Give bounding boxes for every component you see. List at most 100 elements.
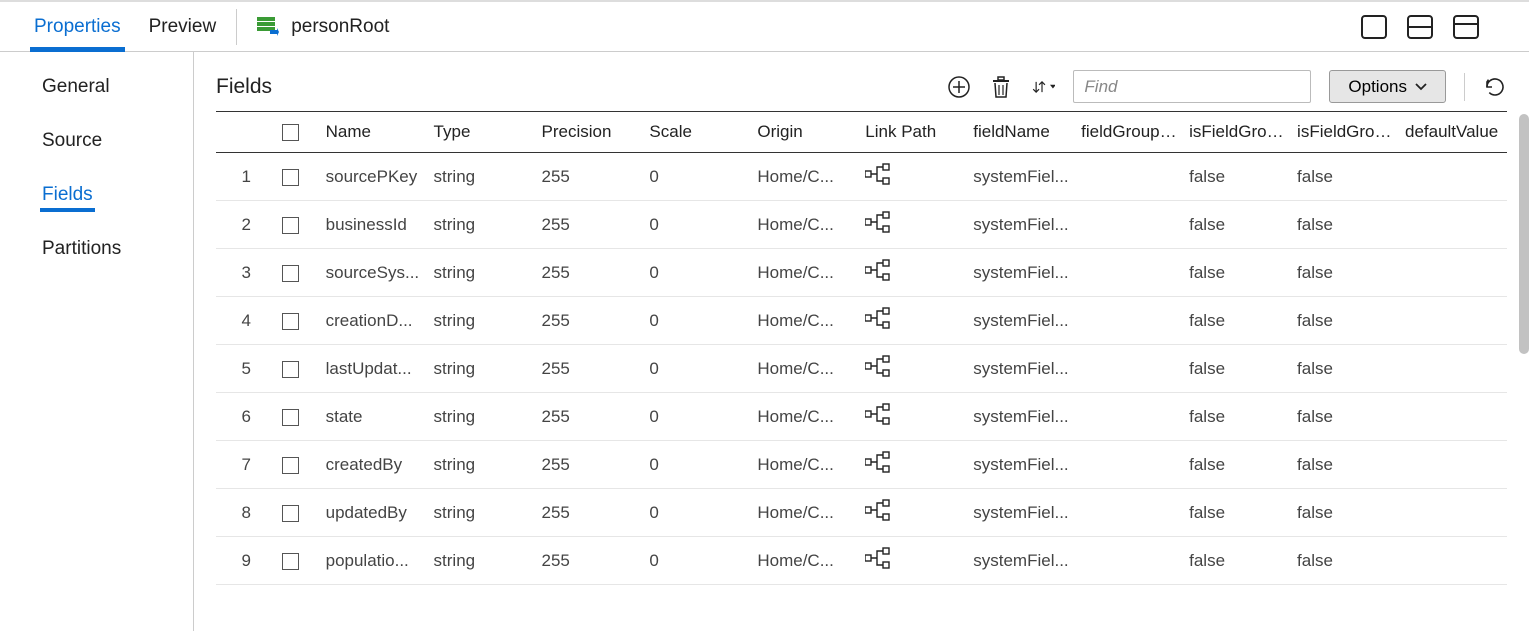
row-select[interactable] bbox=[276, 393, 319, 441]
cell-linkpath[interactable] bbox=[859, 297, 967, 345]
linkpath-icon[interactable] bbox=[865, 355, 891, 377]
cell-scale: 0 bbox=[643, 537, 751, 585]
cell-linkpath[interactable] bbox=[859, 201, 967, 249]
row-select[interactable] bbox=[276, 345, 319, 393]
chevron-down-icon bbox=[1415, 83, 1427, 91]
layout-single-icon[interactable] bbox=[1361, 15, 1387, 39]
row-select[interactable] bbox=[276, 201, 319, 249]
sidebar-item-general[interactable]: General bbox=[42, 76, 110, 98]
col-scale[interactable]: Scale bbox=[643, 112, 751, 153]
cell-linkpath[interactable] bbox=[859, 537, 967, 585]
topbar-tabs: Properties Preview bbox=[0, 2, 216, 51]
select-all-checkbox[interactable] bbox=[282, 124, 299, 141]
col-isfieldgroupkey[interactable]: isFieldGroupKey bbox=[1291, 112, 1399, 153]
row-checkbox[interactable] bbox=[282, 361, 299, 378]
linkpath-icon[interactable] bbox=[865, 547, 891, 569]
cell-fieldgroupname bbox=[1075, 441, 1183, 489]
row-checkbox[interactable] bbox=[282, 169, 299, 186]
cell-linkpath[interactable] bbox=[859, 441, 967, 489]
linkpath-icon[interactable] bbox=[865, 307, 891, 329]
sidebar-item-fields[interactable]: Fields bbox=[42, 184, 93, 206]
object-title-text: personRoot bbox=[291, 16, 389, 38]
linkpath-icon[interactable] bbox=[865, 259, 891, 281]
table-row[interactable]: 4creationD...string2550Home/C...systemFi… bbox=[216, 297, 1507, 345]
sidebar-item-partitions[interactable]: Partitions bbox=[42, 238, 121, 260]
cell-scale: 0 bbox=[643, 393, 751, 441]
cell-linkpath[interactable] bbox=[859, 393, 967, 441]
fields-table: Name Type Precision Scale Origin Link Pa… bbox=[216, 111, 1507, 631]
cell-defaultvalue bbox=[1399, 489, 1507, 537]
toolbar: Options bbox=[947, 70, 1507, 103]
col-linkpath[interactable]: Link Path bbox=[859, 112, 967, 153]
content-title: Fields bbox=[216, 75, 272, 99]
col-select[interactable] bbox=[276, 112, 319, 153]
linkpath-icon[interactable] bbox=[865, 451, 891, 473]
table-row[interactable]: 6statestring2550Home/C...systemFiel...fa… bbox=[216, 393, 1507, 441]
row-checkbox[interactable] bbox=[282, 457, 299, 474]
cell-defaultvalue bbox=[1399, 201, 1507, 249]
col-isfieldgroup[interactable]: isFieldGroup bbox=[1183, 112, 1291, 153]
delete-icon[interactable] bbox=[989, 75, 1013, 99]
col-origin[interactable]: Origin bbox=[751, 112, 859, 153]
table-row[interactable]: 1sourcePKeystring2550Home/C...systemFiel… bbox=[216, 153, 1507, 201]
row-select[interactable] bbox=[276, 537, 319, 585]
row-checkbox[interactable] bbox=[282, 313, 299, 330]
linkpath-icon[interactable] bbox=[865, 211, 891, 233]
layout-hsplit-icon[interactable] bbox=[1407, 15, 1433, 39]
col-defaultvalue[interactable]: defaultValue bbox=[1399, 112, 1507, 153]
cell-precision: 255 bbox=[535, 537, 643, 585]
cell-isfieldgroup: false bbox=[1183, 249, 1291, 297]
table-row[interactable]: 3sourceSys...string2550Home/C...systemFi… bbox=[216, 249, 1507, 297]
row-checkbox[interactable] bbox=[282, 409, 299, 426]
row-select[interactable] bbox=[276, 249, 319, 297]
table-row[interactable]: 8updatedBystring2550Home/C...systemFiel.… bbox=[216, 489, 1507, 537]
row-select[interactable] bbox=[276, 489, 319, 537]
cell-name: lastUpdat... bbox=[320, 345, 428, 393]
find-input[interactable] bbox=[1073, 70, 1311, 103]
col-fieldname[interactable]: fieldName bbox=[967, 112, 1075, 153]
options-button[interactable]: Options bbox=[1329, 70, 1446, 103]
row-checkbox[interactable] bbox=[282, 505, 299, 522]
row-checkbox[interactable] bbox=[282, 217, 299, 234]
tab-properties[interactable]: Properties bbox=[34, 2, 121, 51]
row-select[interactable] bbox=[276, 153, 319, 201]
col-type[interactable]: Type bbox=[428, 112, 536, 153]
add-icon[interactable] bbox=[947, 75, 971, 99]
cell-isfieldgroup: false bbox=[1183, 201, 1291, 249]
row-number: 1 bbox=[216, 153, 276, 201]
linkpath-icon[interactable] bbox=[865, 499, 891, 521]
row-checkbox[interactable] bbox=[282, 265, 299, 282]
col-fieldgroupname[interactable]: fieldGroupName bbox=[1075, 112, 1183, 153]
cell-linkpath[interactable] bbox=[859, 249, 967, 297]
sort-icon[interactable] bbox=[1031, 75, 1055, 99]
tab-preview[interactable]: Preview bbox=[149, 2, 217, 51]
table-row[interactable]: 2businessIdstring2550Home/C...systemFiel… bbox=[216, 201, 1507, 249]
row-select[interactable] bbox=[276, 441, 319, 489]
cell-isfieldgroupkey: false bbox=[1291, 345, 1399, 393]
col-name[interactable]: Name bbox=[320, 112, 428, 153]
refresh-icon[interactable] bbox=[1483, 75, 1507, 99]
row-select[interactable] bbox=[276, 297, 319, 345]
cell-scale: 0 bbox=[643, 345, 751, 393]
cell-origin: Home/C... bbox=[751, 345, 859, 393]
table-row[interactable]: 9populatio...string2550Home/C...systemFi… bbox=[216, 537, 1507, 585]
col-precision[interactable]: Precision bbox=[535, 112, 643, 153]
row-checkbox[interactable] bbox=[282, 553, 299, 570]
linkpath-icon[interactable] bbox=[865, 403, 891, 425]
cell-linkpath[interactable] bbox=[859, 153, 967, 201]
table-row[interactable]: 5lastUpdat...string2550Home/C...systemFi… bbox=[216, 345, 1507, 393]
cell-linkpath[interactable] bbox=[859, 345, 967, 393]
linkpath-icon[interactable] bbox=[865, 163, 891, 185]
cell-fieldname: systemFiel... bbox=[967, 345, 1075, 393]
cell-origin: Home/C... bbox=[751, 537, 859, 585]
cell-isfieldgroupkey: false bbox=[1291, 537, 1399, 585]
sidebar-item-source[interactable]: Source bbox=[42, 130, 102, 152]
cell-defaultvalue bbox=[1399, 537, 1507, 585]
object-title: personRoot bbox=[257, 16, 389, 38]
cell-precision: 255 bbox=[535, 249, 643, 297]
scrollbar[interactable] bbox=[1519, 114, 1529, 354]
layout-tsplit-icon[interactable] bbox=[1453, 15, 1479, 39]
cell-defaultvalue bbox=[1399, 393, 1507, 441]
cell-linkpath[interactable] bbox=[859, 489, 967, 537]
table-row[interactable]: 7createdBystring2550Home/C...systemFiel.… bbox=[216, 441, 1507, 489]
